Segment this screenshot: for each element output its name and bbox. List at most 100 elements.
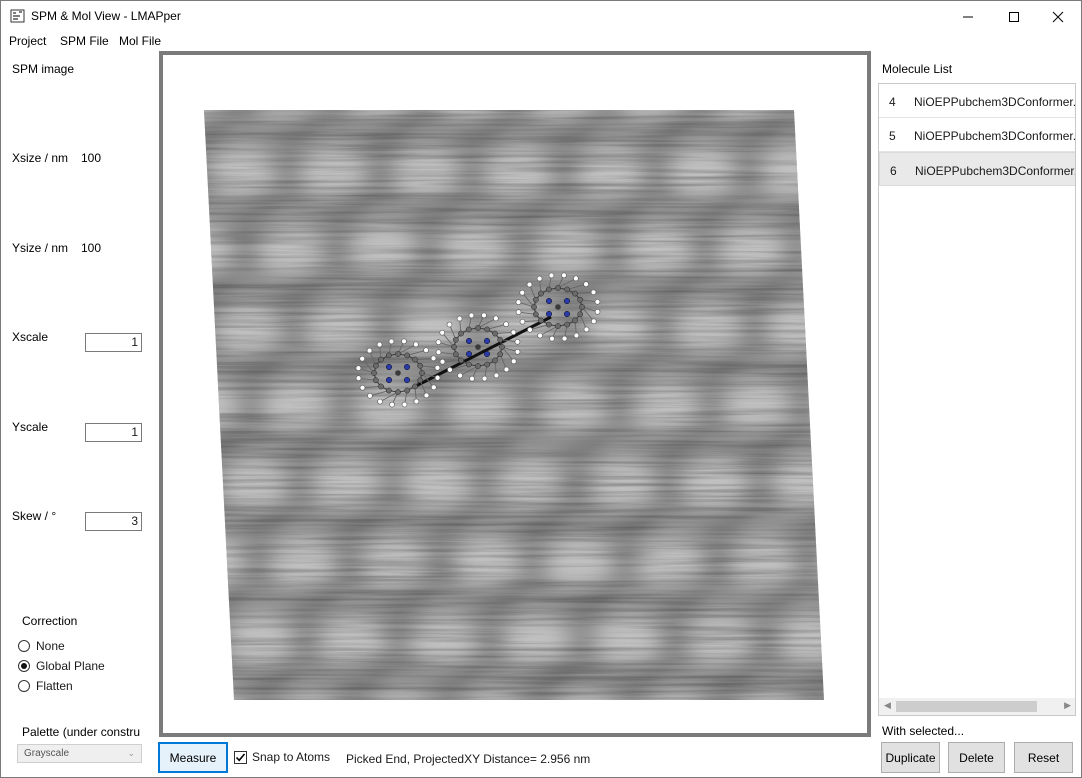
hydrogen-atom bbox=[583, 281, 589, 288]
carbon-atom bbox=[499, 344, 505, 350]
hydrogen-atom bbox=[519, 318, 526, 325]
yscale-input[interactable]: 1 bbox=[85, 423, 142, 442]
carbon-atom bbox=[372, 362, 379, 369]
hydrogen-atom bbox=[468, 312, 475, 319]
xsize-label: Xsize / nm bbox=[12, 151, 69, 165]
carbon-atom bbox=[458, 330, 464, 337]
skew-input[interactable]: 3 bbox=[85, 512, 142, 531]
list-item[interactable]: 4 NiOEPPubchem3DConformer.x bbox=[879, 84, 1075, 118]
hydrogen-atom bbox=[434, 364, 441, 371]
hydrogen-atom bbox=[536, 275, 543, 282]
carbon-atom bbox=[458, 357, 464, 364]
correction-option-flatten[interactable]: Flatten bbox=[18, 679, 73, 693]
hydrogen-atom bbox=[439, 329, 446, 336]
nitrogen-atom bbox=[385, 376, 393, 384]
duplicate-button[interactable]: Duplicate bbox=[881, 742, 940, 773]
close-button[interactable] bbox=[1035, 1, 1081, 32]
lattice-depression bbox=[827, 267, 867, 295]
skew-label: Skew / ° bbox=[12, 509, 57, 523]
title-bar[interactable]: SPM & Mol View - LMAPper bbox=[1, 1, 1081, 32]
carbon-atom bbox=[378, 356, 384, 363]
hydrogen-atom bbox=[413, 398, 420, 405]
palette-select[interactable]: Grayscale ⌄ bbox=[17, 744, 142, 763]
carbon-atom bbox=[538, 317, 544, 324]
carbon-atom bbox=[492, 357, 498, 364]
hydrogen-atom bbox=[435, 349, 442, 356]
scroll-right-icon[interactable]: ▶ bbox=[1064, 700, 1071, 711]
minimize-button[interactable] bbox=[945, 1, 991, 32]
scroll-left-icon[interactable]: ◀ bbox=[884, 700, 891, 711]
list-horizontal-scrollbar[interactable]: ◀ ▶ bbox=[879, 698, 1075, 715]
chevron-down-icon: ⌄ bbox=[127, 748, 135, 758]
hydrogen-atom bbox=[493, 372, 500, 379]
hydrogen-atom bbox=[481, 375, 488, 382]
hydrogen-atom bbox=[510, 329, 517, 336]
nitrogen-atom bbox=[545, 310, 553, 318]
menu-spm-file[interactable]: SPM File bbox=[60, 34, 109, 48]
carbon-atom bbox=[372, 377, 379, 384]
lattice-molecule-blob bbox=[827, 692, 867, 733]
carbon-atom bbox=[395, 389, 401, 395]
carbon-atom bbox=[538, 290, 544, 297]
palette-select-value: Grayscale bbox=[24, 748, 70, 759]
carbon-atom bbox=[555, 323, 561, 329]
stm-scan bbox=[204, 110, 867, 733]
radio-flatten[interactable] bbox=[18, 680, 30, 692]
reset-button[interactable]: Reset bbox=[1014, 742, 1073, 773]
snap-to-atoms-checkbox[interactable] bbox=[234, 750, 247, 764]
correction-label: Correction bbox=[22, 614, 78, 628]
radio-none-label: None bbox=[36, 639, 65, 653]
maximize-button[interactable] bbox=[991, 1, 1037, 32]
hydrogen-atom bbox=[430, 355, 437, 362]
maximize-icon bbox=[1009, 11, 1019, 22]
hydrogen-atom bbox=[514, 338, 521, 345]
carbon-atom bbox=[419, 370, 425, 376]
carbon-atom bbox=[531, 304, 537, 310]
nickel-atom bbox=[395, 370, 401, 376]
checkmark-icon bbox=[235, 752, 246, 761]
carbon-atom bbox=[465, 326, 472, 333]
snap-to-atoms-label: Snap to Atoms bbox=[252, 750, 331, 764]
hydrogen-atom bbox=[573, 275, 579, 282]
hydrogen-atom bbox=[355, 365, 362, 372]
carbon-atom bbox=[532, 311, 539, 318]
radio-none[interactable] bbox=[18, 640, 30, 652]
xscale-input[interactable]: 1 bbox=[85, 333, 142, 352]
list-item-name: NiOEPPubchem3DConformer.x bbox=[915, 164, 1076, 178]
carbon-atom bbox=[545, 286, 552, 293]
carbon-atom bbox=[572, 290, 578, 297]
carbon-atom bbox=[497, 336, 504, 343]
menu-mol-file[interactable]: Mol File bbox=[119, 34, 161, 48]
carbon-atom bbox=[412, 383, 418, 390]
hydrogen-atom bbox=[561, 272, 567, 279]
carbon-atom bbox=[475, 325, 481, 331]
correction-option-none[interactable]: None bbox=[18, 639, 65, 653]
lattice-depression bbox=[821, 111, 824, 139]
hydrogen-atom bbox=[439, 358, 446, 365]
scrollbar-thumb[interactable] bbox=[896, 701, 1037, 712]
list-item-selected[interactable]: 6 NiOEPPubchem3DConformer.x bbox=[879, 152, 1076, 186]
list-item-index: 6 bbox=[890, 164, 897, 178]
correction-option-global-plane[interactable]: Global Plane bbox=[18, 659, 105, 673]
snap-to-atoms-toggle[interactable]: Snap to Atoms bbox=[234, 750, 330, 764]
with-selected-label: With selected... bbox=[882, 724, 965, 738]
nitrogen-atom bbox=[563, 297, 571, 305]
radio-global-plane[interactable] bbox=[18, 660, 30, 672]
hydrogen-atom bbox=[583, 326, 590, 333]
hydrogen-atom bbox=[527, 326, 533, 333]
nitrogen-atom bbox=[465, 350, 473, 358]
spm-image-heading: SPM image bbox=[12, 62, 75, 76]
hydrogen-atom bbox=[376, 341, 383, 348]
carbon-atom bbox=[451, 344, 457, 350]
nitrogen-atom bbox=[403, 363, 411, 371]
molecule-list[interactable]: 4 NiOEPPubchem3DConformer.x 5 NiOEPPubch… bbox=[878, 83, 1076, 716]
stm-image-canvas[interactable] bbox=[163, 55, 867, 733]
delete-button[interactable]: Delete bbox=[948, 742, 1005, 773]
carbon-atom bbox=[577, 296, 584, 303]
measure-button[interactable]: Measure bbox=[158, 742, 228, 773]
spm-viewport[interactable] bbox=[159, 51, 871, 737]
menu-project[interactable]: Project bbox=[9, 34, 46, 48]
hydrogen-atom bbox=[359, 355, 366, 362]
list-item[interactable]: 5 NiOEPPubchem3DConformer.x bbox=[879, 118, 1075, 152]
carbon-atom bbox=[572, 317, 578, 324]
